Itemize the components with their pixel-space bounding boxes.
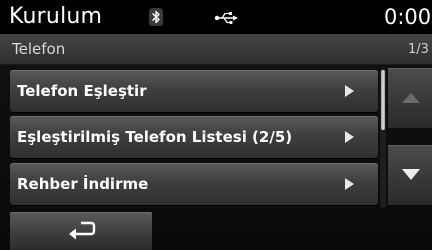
chevron-right-icon bbox=[345, 131, 354, 143]
menu-item-label: Telefon Eşleştir bbox=[17, 82, 147, 100]
section-header: Telefon 1/3 bbox=[0, 34, 432, 65]
menu-item-paired-phone-list[interactable]: Eşleştirilmiş Telefon Listesi (2/5) bbox=[10, 116, 378, 158]
scrollbar-thumb[interactable] bbox=[381, 70, 385, 130]
back-arrow-icon bbox=[65, 220, 99, 242]
section-title: Telefon bbox=[12, 40, 66, 58]
chevron-right-icon bbox=[345, 85, 354, 97]
scroll-up-button[interactable] bbox=[388, 68, 432, 128]
settings-screen: Kurulum 0:00 Telefon 1/3 Telefon Eşleşti… bbox=[0, 0, 432, 250]
app-title: Kurulum bbox=[9, 4, 103, 29]
chevron-right-icon bbox=[345, 178, 354, 190]
back-button[interactable] bbox=[10, 212, 152, 250]
menu-item-label: Rehber İndirme bbox=[17, 175, 149, 193]
status-bar: Kurulum 0:00 bbox=[0, 0, 432, 34]
arrow-up-icon bbox=[402, 93, 420, 103]
usb-icon bbox=[214, 10, 238, 25]
menu-item-contacts-download[interactable]: Rehber İndirme bbox=[10, 163, 378, 205]
page-indicator: 1/3 bbox=[408, 42, 429, 57]
scroll-down-button[interactable] bbox=[388, 145, 432, 205]
clock: 0:00 bbox=[384, 5, 432, 29]
arrow-down-icon bbox=[402, 169, 420, 180]
menu-item-pair-phone[interactable]: Telefon Eşleştir bbox=[10, 70, 378, 112]
menu-item-label: Eşleştirilmiş Telefon Listesi (2/5) bbox=[17, 128, 293, 146]
bluetooth-icon bbox=[149, 8, 163, 26]
